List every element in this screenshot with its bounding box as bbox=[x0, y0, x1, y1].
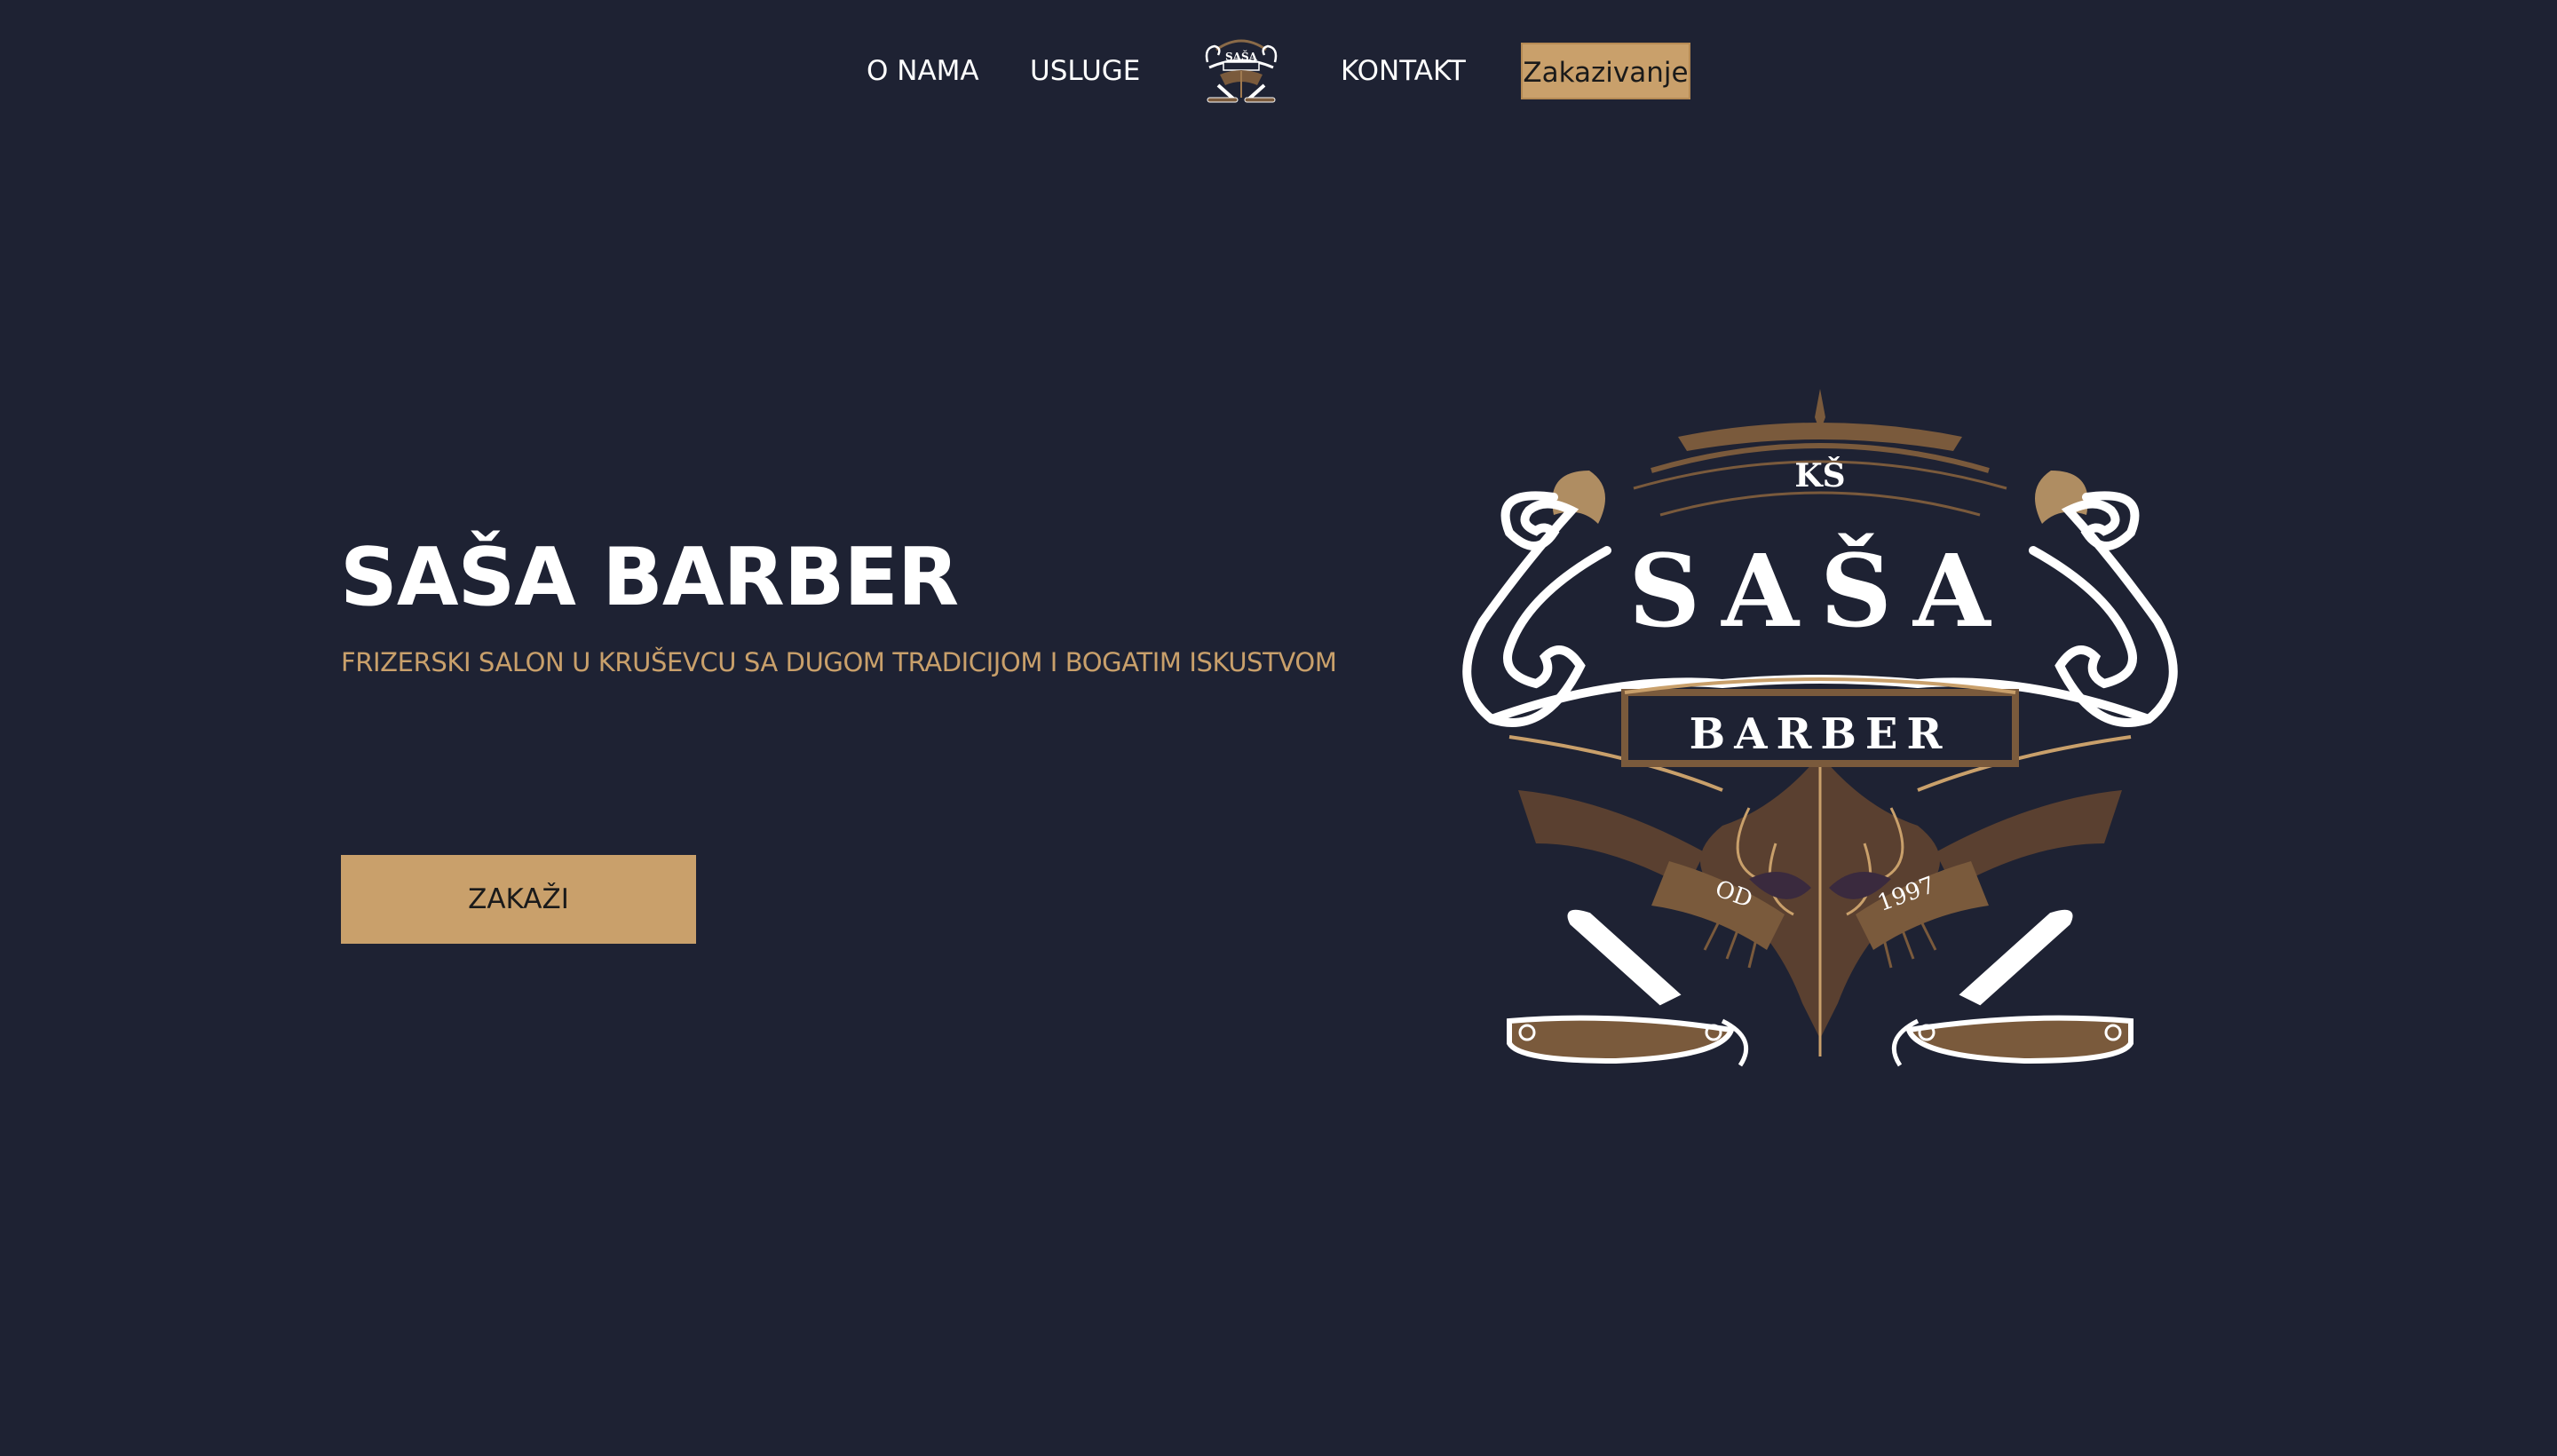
zakazi-button[interactable]: ZAKAŽI bbox=[341, 855, 696, 944]
svg-text:SAŠA: SAŠA bbox=[1225, 49, 1258, 63]
nav-link-usluge[interactable]: USLUGE bbox=[1030, 53, 1140, 89]
emblem-word: BARBER bbox=[1690, 709, 1951, 759]
top-navigation: O NAMA USLUGE SAŠA KONTAKT Zakazivanje bbox=[0, 0, 2557, 142]
barber-emblem-logo: KŠ SAŠA BARBER OD 1997 bbox=[1456, 382, 2184, 1083]
hero-title: SAŠA BARBER bbox=[340, 531, 959, 624]
page: O NAMA USLUGE SAŠA KONTAKT Zakazivanje S… bbox=[0, 0, 2557, 1456]
nav-link-o-nama[interactable]: O NAMA bbox=[867, 53, 979, 89]
emblem-monogram: KŠ bbox=[1794, 457, 1845, 495]
nav-link-kontakt[interactable]: KONTAKT bbox=[1341, 53, 1466, 89]
hero-subtitle: FRIZERSKI SALON U KRUŠEVCU SA DUGOM TRAD… bbox=[341, 647, 1337, 677]
barber-emblem-logo-icon[interactable]: SAŠA bbox=[1199, 27, 1284, 107]
zakazivanje-button[interactable]: Zakazivanje bbox=[1521, 43, 1690, 99]
emblem-name: SAŠA bbox=[1628, 534, 2012, 650]
